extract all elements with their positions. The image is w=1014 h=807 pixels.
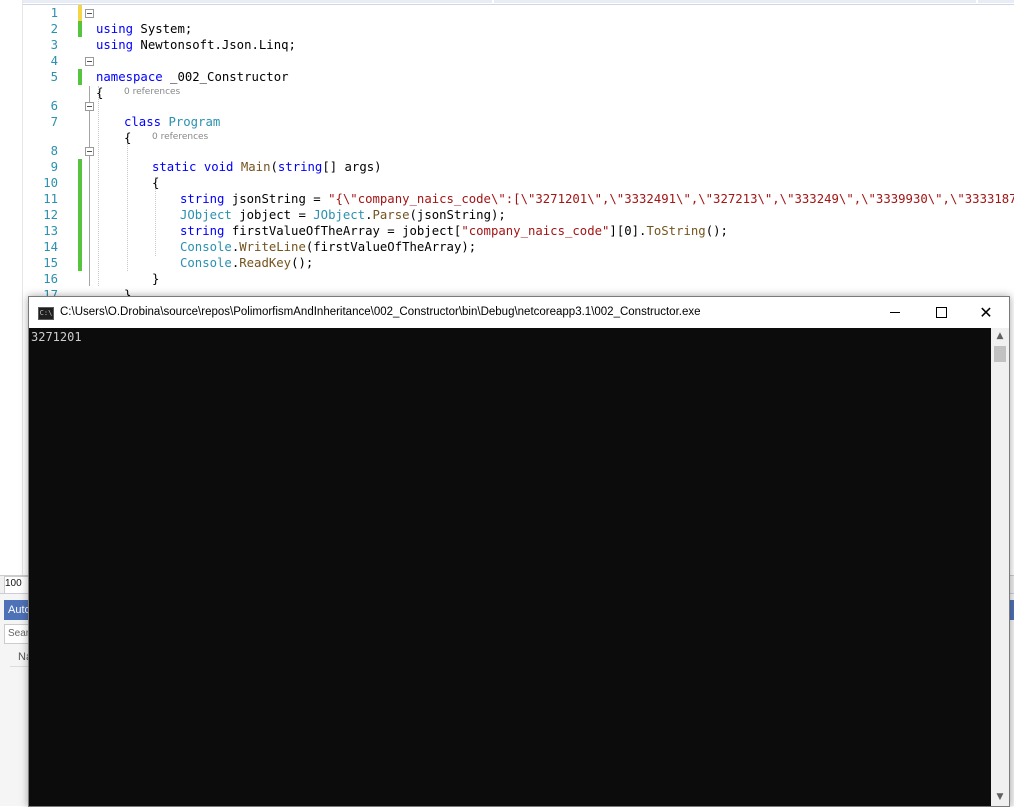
console-scrollbar[interactable]: ▲ ▼ <box>991 328 1009 806</box>
code-line-11[interactable]: JObject jobject = JObject.Parse(jsonStri… <box>0 191 1014 222</box>
code-line-12[interactable]: string firstValueOfTheArray = jobject["c… <box>0 207 1014 238</box>
code-line-4[interactable]: namespace _002_Constructor <box>0 53 1014 84</box>
code-line-10[interactable]: string jsonString = "{\"company_naics_co… <box>0 175 1014 206</box>
code-line-1[interactable]: using System; <box>0 5 1014 36</box>
code-line-15[interactable]: } <box>0 255 1014 286</box>
code-line-9[interactable]: { <box>0 159 1014 190</box>
close-icon: ✕ <box>979 302 993 322</box>
console-app-icon: C:\ <box>38 307 54 320</box>
minimize-button[interactable] <box>872 297 918 328</box>
code-line-14[interactable]: Console.ReadKey(); <box>0 239 1014 270</box>
code-text: Newtonsoft.Json.Linq; <box>133 38 296 52</box>
console-output: 3271201 <box>31 330 82 344</box>
keyword: using <box>96 38 134 52</box>
maximize-button[interactable] <box>918 297 964 328</box>
code-line-7[interactable]: { <box>0 114 1014 145</box>
console-output-area[interactable]: 3271201 <box>29 328 991 806</box>
close-button[interactable]: ✕ <box>963 297 1009 328</box>
scroll-up-icon[interactable]: ▲ <box>991 328 1009 345</box>
scroll-down-icon[interactable]: ▼ <box>991 789 1009 806</box>
console-window[interactable]: C:\ C:\Users\O.Drobina\source\repos\Poli… <box>28 296 1010 807</box>
code-line-16[interactable]: } <box>0 271 1014 302</box>
minimize-icon <box>890 312 900 313</box>
code-line-8[interactable]: static void Main(string[] args) <box>0 143 1014 174</box>
maximize-icon <box>935 307 947 318</box>
code-line-5[interactable]: { <box>0 69 1014 100</box>
console-title-bar[interactable]: C:\ C:\Users\O.Drobina\source\repos\Poli… <box>29 297 1009 328</box>
code-line-13[interactable]: Console.WriteLine(firstValueOfTheArray); <box>0 223 1014 254</box>
code-line-2[interactable]: using Newtonsoft.Json.Linq; <box>0 21 1014 52</box>
code-line-6[interactable]: class Program <box>0 98 1014 129</box>
console-title: C:\Users\O.Drobina\source\repos\Polimorf… <box>60 306 701 318</box>
codelens-references[interactable]: 0 references <box>124 86 180 98</box>
codelens-references[interactable]: 0 references <box>152 131 208 143</box>
scrollbar-thumb[interactable] <box>994 346 1006 362</box>
